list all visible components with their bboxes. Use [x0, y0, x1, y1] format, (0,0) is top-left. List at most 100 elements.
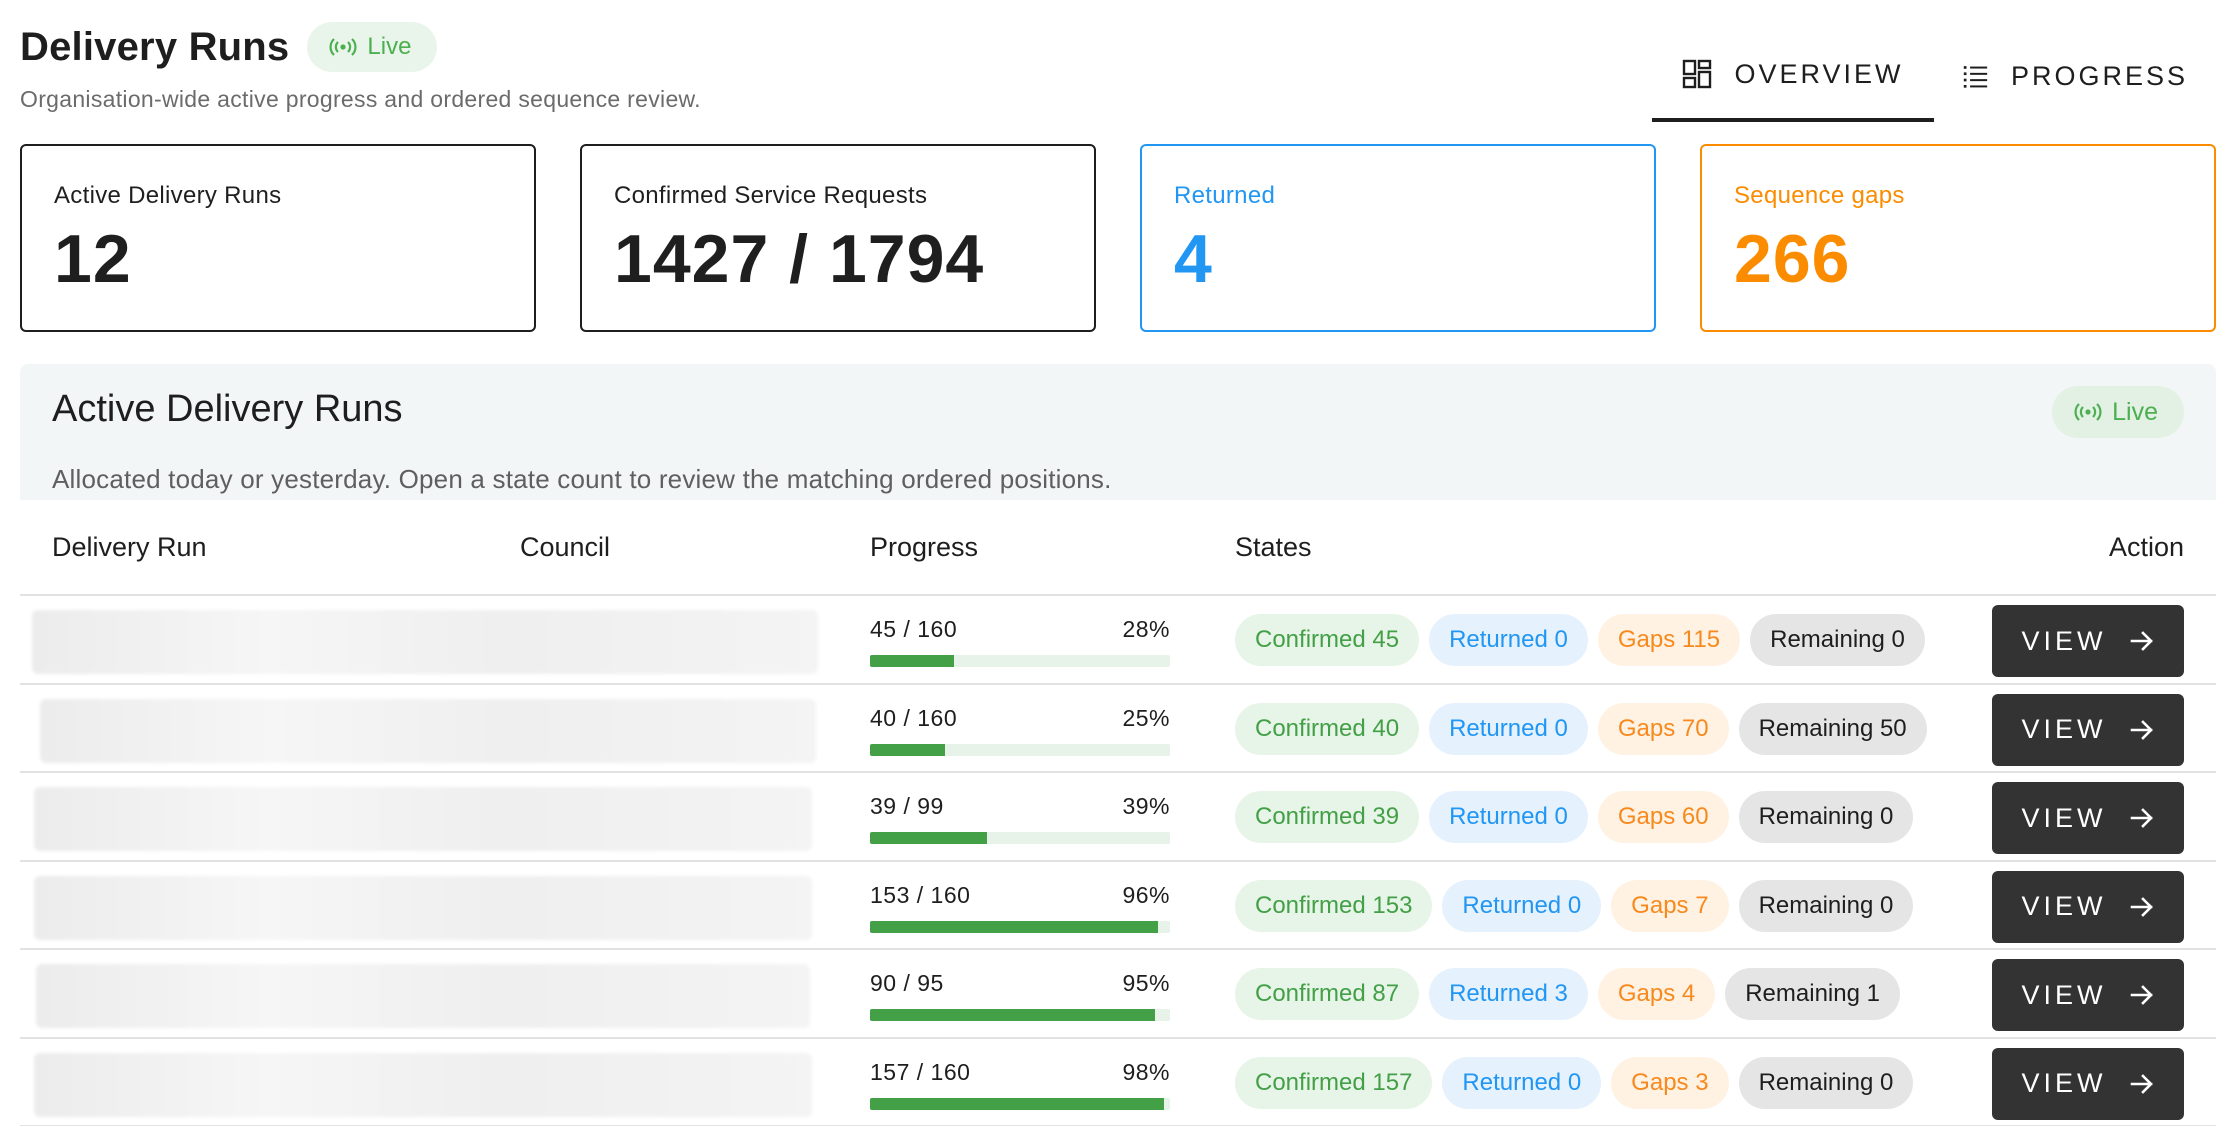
state-chip-returned[interactable]: Returned 0 — [1442, 1056, 1602, 1109]
dashboard-icon — [1683, 59, 1712, 89]
tab-progress[interactable]: PROGRESS — [1934, 30, 2216, 122]
state-chip-gaps[interactable]: Gaps 3 — [1611, 1056, 1729, 1109]
progress-count: 40 / 160 — [870, 704, 958, 731]
panel-title: Active Delivery Runs — [52, 388, 403, 430]
table-row: 45 / 160 28% Confirmed 45 Returned 0 Gap… — [20, 596, 2216, 685]
tab-progress-label: PROGRESS — [2010, 60, 2188, 91]
state-chip-returned[interactable]: Returned 0 — [1442, 879, 1602, 932]
arrow-right-icon — [2130, 719, 2153, 740]
view-button[interactable]: VIEW — [1992, 959, 2184, 1031]
progress-bar-fill — [870, 832, 987, 844]
redacted-run-council-cell — [34, 875, 812, 940]
state-chip-confirmed[interactable]: Confirmed 45 — [1235, 614, 1420, 666]
stat-value: 12 — [54, 221, 132, 297]
progress-bar — [870, 832, 1170, 844]
progress-count: 153 / 160 — [870, 881, 971, 908]
states-cell: Confirmed 40 Returned 0 Gaps 70 Remainin… — [1235, 702, 1927, 755]
state-chip-returned[interactable]: Returned 3 — [1429, 968, 1588, 1020]
state-chip-gaps[interactable]: Gaps 7 — [1611, 879, 1729, 932]
arrow-right-icon — [2130, 1073, 2153, 1094]
progress-labels: 39 / 99 39% — [870, 793, 1170, 820]
state-chip-remaining[interactable]: Remaining 0 — [1738, 879, 1914, 932]
page-header: Delivery Runs Live Organisation-wide act… — [20, 20, 2216, 122]
redacted-run-council-cell — [36, 964, 810, 1028]
view-button-label: VIEW — [2021, 1068, 2107, 1098]
view-button-label: VIEW — [2021, 714, 2107, 744]
view-button[interactable]: VIEW — [1992, 870, 2184, 943]
stat-label: Confirmed Service Requests — [614, 182, 928, 209]
page-subtitle: Organisation-wide active progress and or… — [20, 86, 701, 112]
view-button[interactable]: VIEW — [1992, 605, 2184, 677]
progress-percent: 25% — [1122, 704, 1170, 731]
page-title: Delivery Runs — [20, 24, 290, 69]
progress-cell: 157 / 160 98% — [870, 1059, 1170, 1110]
redacted-run-council-cell — [34, 1052, 812, 1117]
progress-labels: 40 / 160 25% — [870, 705, 1170, 732]
broadcast-icon — [2074, 403, 2102, 421]
states-cell: Confirmed 39 Returned 0 Gaps 60 Remainin… — [1235, 791, 1914, 843]
states-cell: Confirmed 45 Returned 0 Gaps 115 Remaini… — [1235, 614, 1925, 666]
stat-card-returned: Returned 4 — [1140, 144, 1656, 332]
tab-overview[interactable]: OVERVIEW — [1652, 30, 1934, 122]
state-chip-confirmed[interactable]: Confirmed 87 — [1235, 968, 1420, 1020]
state-chip-remaining[interactable]: Remaining 0 — [1750, 614, 1925, 666]
view-button[interactable]: VIEW — [1992, 693, 2184, 766]
state-chip-remaining[interactable]: Remaining 50 — [1738, 702, 1927, 755]
state-chip-returned[interactable]: Returned 0 — [1429, 702, 1588, 755]
progress-labels: 157 / 160 98% — [870, 1059, 1170, 1086]
progress-count: 157 / 160 — [870, 1058, 971, 1085]
view-button-label: VIEW — [2021, 802, 2107, 833]
panel-live-badge: Live — [2052, 386, 2184, 438]
list-icon — [1963, 66, 1988, 88]
progress-labels: 45 / 160 28% — [870, 616, 1170, 643]
progress-percent: 95% — [1122, 970, 1170, 996]
state-chip-gaps[interactable]: Gaps 4 — [1597, 968, 1716, 1020]
state-chip-returned[interactable]: Returned 0 — [1429, 791, 1588, 843]
state-chip-remaining[interactable]: Remaining 0 — [1738, 1056, 1914, 1109]
state-chip-gaps[interactable]: Gaps 115 — [1597, 614, 1741, 666]
stat-card-sequence-gaps: Sequence gaps 266 — [1700, 144, 2216, 332]
tab-overview-label: OVERVIEW — [1734, 58, 1904, 89]
view-button-label: VIEW — [2021, 891, 2107, 921]
panel-description: Allocated today or yesterday. Open a sta… — [52, 464, 1112, 494]
view-button-label: VIEW — [2021, 625, 2107, 656]
progress-bar-fill — [870, 655, 954, 667]
progress-bar — [870, 920, 1170, 933]
view-button[interactable]: VIEW — [1992, 1047, 2184, 1120]
stat-value: 4 — [1174, 221, 1213, 297]
stat-card-active-runs: Active Delivery Runs 12 — [20, 144, 536, 332]
panel-header: Active Delivery Runs Live Allocated toda… — [20, 364, 2216, 500]
arrow-right-icon — [2130, 896, 2153, 917]
state-chip-gaps[interactable]: Gaps 70 — [1597, 702, 1729, 755]
state-chip-gaps[interactable]: Gaps 60 — [1597, 791, 1729, 843]
progress-cell: 45 / 160 28% — [870, 616, 1170, 667]
table-row: 157 / 160 98% Confirmed 157 Returned 0 G… — [20, 1039, 2216, 1126]
state-chip-remaining[interactable]: Remaining 1 — [1725, 968, 1900, 1020]
redacted-run-council-cell — [34, 787, 812, 851]
state-chip-confirmed[interactable]: Confirmed 153 — [1235, 879, 1433, 932]
table-header: Delivery Run Council Progress States Act… — [20, 500, 2216, 596]
table-row: 153 / 160 96% Confirmed 153 Returned 0 G… — [20, 862, 2216, 950]
progress-cell: 90 / 95 95% — [870, 970, 1170, 1021]
progress-bar — [870, 1009, 1170, 1021]
state-chip-confirmed[interactable]: Confirmed 157 — [1235, 1056, 1433, 1109]
progress-count: 39 / 99 — [870, 793, 944, 819]
view-button[interactable]: VIEW — [1992, 782, 2184, 854]
stat-card-confirmed-requests: Confirmed Service Requests 1427 / 1794 — [580, 144, 1096, 332]
redacted-run-council-cell — [32, 610, 818, 674]
state-chip-remaining[interactable]: Remaining 0 — [1738, 791, 1914, 843]
states-cell: Confirmed 157 Returned 0 Gaps 3 Remainin… — [1235, 1056, 1914, 1109]
panel-live-label: Live — [2112, 397, 2158, 426]
column-header-council: Council — [520, 532, 611, 562]
state-chip-confirmed[interactable]: Confirmed 39 — [1235, 791, 1420, 843]
redacted-run-council-cell — [40, 698, 816, 763]
state-chip-returned[interactable]: Returned 0 — [1429, 614, 1588, 666]
stats-row: Active Delivery Runs 12 Confirmed Servic… — [20, 144, 2216, 332]
state-chip-confirmed[interactable]: Confirmed 40 — [1235, 702, 1420, 755]
live-status-badge: Live — [307, 22, 438, 72]
progress-bar-fill — [870, 920, 1158, 933]
states-cell: Confirmed 153 Returned 0 Gaps 7 Remainin… — [1235, 879, 1914, 932]
progress-percent: 98% — [1122, 1058, 1170, 1085]
arrow-right-icon — [2130, 808, 2153, 828]
progress-labels: 153 / 160 96% — [870, 882, 1170, 909]
